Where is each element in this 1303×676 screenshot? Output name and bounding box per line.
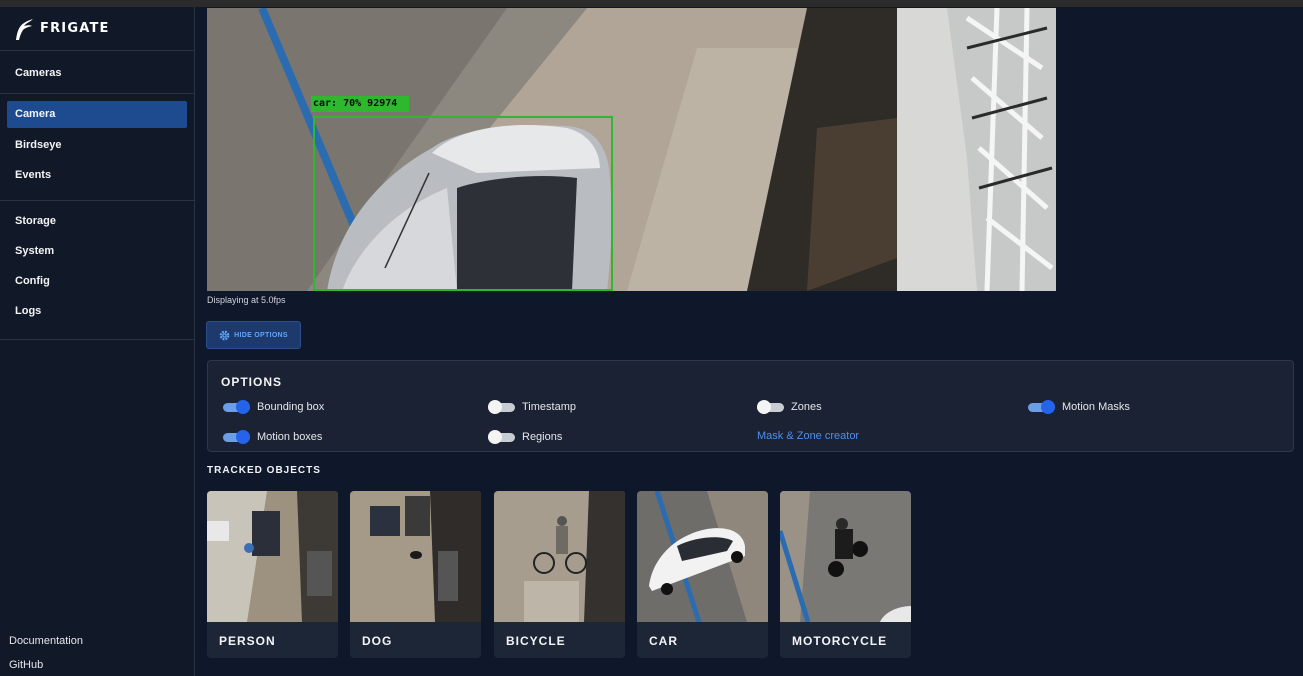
sidebar: FRIGATE Cameras Camera Birdseye Events S… [0,7,195,676]
nav-group-primary: Cameras [0,51,194,94]
option-label: Motion Masks [1062,401,1130,413]
nav-group-views: Camera Birdseye Events [0,94,194,201]
fps-status-text: Displaying at 5.0fps [207,295,286,305]
tracked-object-label: DOG [362,634,393,648]
dog-thumbnail [350,491,481,622]
nav-group-system: Storage System Config Logs [0,201,194,340]
bicycle-thumbnail [494,491,625,622]
tracked-object-card-car[interactable]: CAR [637,491,768,658]
github-link[interactable]: GitHub [9,653,83,676]
sidebar-item-storage[interactable]: Storage [7,208,187,235]
option-timestamp: Timestamp [488,400,576,414]
option-zones: Zones [757,400,822,414]
tracked-object-card-bicycle[interactable]: BICYCLE [494,491,625,658]
sidebar-footer-links: Documentation GitHub [9,629,83,676]
sidebar-item-camera[interactable]: Camera [7,101,187,128]
option-label: Bounding box [257,401,325,413]
camera-live-view[interactable]: car: 70% 92974 [207,8,1056,291]
options-title: OPTIONS [221,375,283,389]
option-regions: Regions [488,430,562,444]
tracked-object-label: PERSON [219,634,276,648]
mask-zone-creator-link[interactable]: Mask & Zone creator [757,430,859,442]
tracked-object-card-person[interactable]: PERSON [207,491,338,658]
motion-masks-toggle[interactable] [1028,400,1055,414]
detection-label: car: 70% 92974 [313,98,398,109]
app-name: FRIGATE [40,21,110,36]
tracked-object-card-motorcycle[interactable]: MOTORCYCLE [780,491,911,658]
motion-boxes-toggle[interactable] [223,430,250,444]
option-label: Motion boxes [257,431,323,443]
frigate-logo-icon [16,18,33,40]
camera-frame-image [207,8,1056,291]
sidebar-item-logs[interactable]: Logs [7,298,187,325]
regions-toggle[interactable] [488,430,515,444]
motorcycle-thumbnail [780,491,911,622]
option-label: Zones [791,401,822,413]
tracked-object-label: CAR [649,634,678,648]
tracked-object-label: MOTORCYCLE [792,634,888,648]
timestamp-toggle[interactable] [488,400,515,414]
hide-options-button[interactable]: HIDE OPTIONS [206,321,301,349]
person-thumbnail [207,491,338,622]
brand[interactable]: FRIGATE [0,7,194,51]
sidebar-item-config[interactable]: Config [7,268,187,295]
tracked-objects-title: TRACKED OBJECTS [207,465,321,476]
options-panel: OPTIONS Bounding box Timestamp Zones Mot… [207,360,1294,452]
option-label: Regions [522,431,563,443]
option-motion-masks: Motion Masks [1028,400,1130,414]
tracked-object-card-dog[interactable]: DOG [350,491,481,658]
window-top-bar [0,0,1303,7]
tracked-object-label: BICYCLE [506,634,566,648]
sidebar-item-birdseye[interactable]: Birdseye [7,132,187,158]
documentation-link[interactable]: Documentation [9,629,83,653]
zones-toggle[interactable] [757,400,784,414]
option-bounding-box: Bounding box [223,400,324,414]
sidebar-item-cameras[interactable]: Cameras [7,60,187,87]
option-label: Timestamp [522,401,576,413]
gear-icon [219,330,230,340]
sidebar-item-events[interactable]: Events [7,162,187,188]
hide-options-label: HIDE OPTIONS [234,331,288,339]
bounding-box-toggle[interactable] [223,400,250,414]
sidebar-item-system[interactable]: System [7,238,187,265]
car-thumbnail [637,491,768,622]
option-motion-boxes: Motion boxes [223,430,322,444]
